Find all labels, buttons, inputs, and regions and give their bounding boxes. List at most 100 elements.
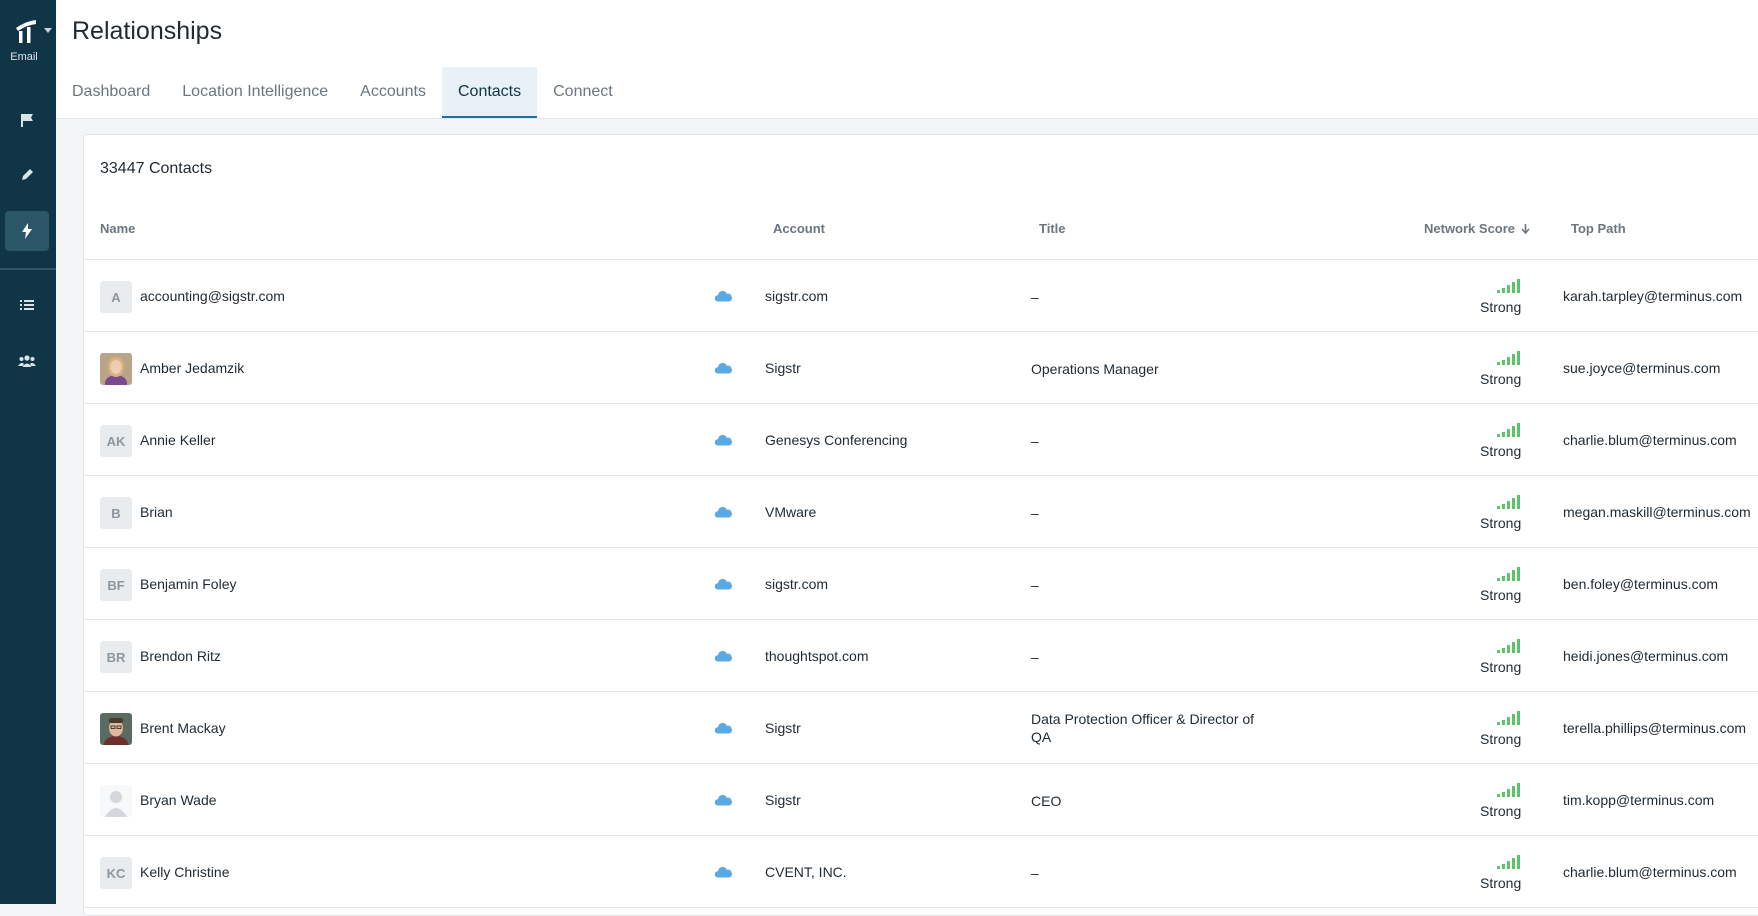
avatar: BR <box>100 641 132 673</box>
cloud-icon[interactable] <box>714 865 733 883</box>
cloud-icon[interactable] <box>714 361 733 379</box>
column-header-title[interactable]: Title <box>1039 221 1066 236</box>
network-score-label: Strong <box>1480 731 1522 747</box>
table-row[interactable]: B Brian VMware – Strong megan.maskill@terminu… <box>84 476 1758 548</box>
top-path[interactable]: tim.kopp@terminus.com <box>1563 792 1714 808</box>
contact-title: – <box>1031 577 1039 593</box>
avatar <box>100 785 132 817</box>
account-name[interactable]: VMware <box>765 504 816 520</box>
cloud-icon[interactable] <box>714 649 733 667</box>
account-name[interactable]: sigstr.com <box>765 576 828 592</box>
flag-icon <box>21 114 33 127</box>
signal-strength-icon <box>1497 351 1520 365</box>
top-path[interactable]: megan.maskill@terminus.com <box>1563 504 1751 520</box>
top-path[interactable]: terella.phillips@terminus.com <box>1563 720 1746 736</box>
cloud-icon[interactable] <box>714 721 733 739</box>
contact-name[interactable]: Brent Mackay <box>140 720 226 736</box>
bolt-icon <box>22 223 32 239</box>
cloud-icon[interactable] <box>714 505 733 523</box>
nav-people[interactable] <box>5 341 49 381</box>
tab-location-intelligence[interactable]: Location Intelligence <box>166 67 344 118</box>
column-header-top-path[interactable]: Top Path <box>1571 221 1626 236</box>
table-row[interactable]: KC Kelly Christine CVENT, INC. – Strong charl… <box>84 836 1758 908</box>
column-header-name[interactable]: Name <box>100 221 135 236</box>
table-row[interactable]: Amber Jedamzik Sigstr Operations Manager St… <box>84 332 1758 404</box>
account-name[interactable]: Sigstr <box>765 360 801 376</box>
people-icon <box>18 355 36 367</box>
contact-name[interactable]: Brian <box>140 504 173 520</box>
network-score: Strong <box>1480 423 1522 459</box>
nav-lists[interactable] <box>5 285 49 325</box>
cloud-icon[interactable] <box>714 577 733 595</box>
tab-accounts[interactable]: Accounts <box>344 67 442 118</box>
table-row[interactable]: AK Annie Keller Genesys Conferencing – Stron… <box>84 404 1758 476</box>
contact-name[interactable]: accounting@sigstr.com <box>140 288 285 304</box>
app-switcher[interactable]: Email <box>0 14 56 66</box>
account-name[interactable]: CVENT, INC. <box>765 864 847 880</box>
account-name[interactable]: Sigstr <box>765 720 801 736</box>
account-name[interactable]: sigstr.com <box>765 288 828 304</box>
contact-title: Data Protection Officer & Director of QA <box>1031 711 1255 745</box>
contact-name[interactable]: Annie Keller <box>140 432 216 448</box>
top-path[interactable]: charlie.blum@terminus.com <box>1563 432 1737 448</box>
signal-strength-icon <box>1497 567 1520 581</box>
tab-bar: Dashboard Location Intelligence Accounts… <box>72 67 629 118</box>
table-row[interactable]: Bryan Wade Sigstr CEO Strong tim.kopp@termin… <box>84 764 1758 836</box>
signal-strength-icon <box>1497 855 1520 869</box>
network-score-label: Strong <box>1480 443 1522 459</box>
signal-strength-icon <box>1497 423 1520 437</box>
nav-relationships[interactable] <box>5 211 49 251</box>
contact-name[interactable]: Amber Jedamzik <box>140 360 244 376</box>
top-path[interactable]: sue.joyce@terminus.com <box>1563 360 1720 376</box>
cloud-icon[interactable] <box>714 433 733 451</box>
contact-title: – <box>1031 505 1039 521</box>
sidebar: Email <box>0 0 56 904</box>
top-path[interactable]: charlie.blum@terminus.com <box>1563 864 1737 880</box>
contact-name[interactable]: Bryan Wade <box>140 792 217 808</box>
column-header-account[interactable]: Account <box>773 221 825 236</box>
tab-connect[interactable]: Connect <box>537 67 629 118</box>
network-score: Strong <box>1480 567 1521 603</box>
nav-campaigns[interactable] <box>5 100 49 140</box>
column-header-network-score[interactable]: Network Score <box>1424 221 1530 236</box>
signal-strength-icon <box>1497 639 1520 653</box>
app-name: Email <box>10 51 38 63</box>
arrow-down-icon <box>1521 224 1530 235</box>
contact-name[interactable]: Benjamin Foley <box>140 576 237 592</box>
network-score: Strong <box>1480 711 1522 747</box>
tab-dashboard[interactable]: Dashboard <box>72 67 166 118</box>
top-path[interactable]: ben.foley@terminus.com <box>1563 576 1718 592</box>
header: Relationships Dashboard Location Intelli… <box>56 0 1758 119</box>
signal-strength-icon <box>1497 279 1520 293</box>
account-name[interactable]: Sigstr <box>765 792 801 808</box>
table-row[interactable]: Brent Mackay Sigstr Data Protection Office… <box>84 692 1758 764</box>
contact-title: – <box>1031 649 1039 665</box>
network-score-label: Strong <box>1480 803 1522 819</box>
account-name[interactable]: Genesys Conferencing <box>765 432 907 448</box>
column-header-network-score-label: Network Score <box>1424 221 1516 236</box>
signal-strength-icon <box>1497 495 1520 509</box>
sidebar-divider <box>0 268 56 270</box>
avatar: B <box>100 497 132 529</box>
signal-strength-icon <box>1497 711 1520 725</box>
table-row[interactable]: BF Benjamin Foley sigstr.com – Strong ben.fol… <box>84 548 1758 620</box>
avatar: A <box>100 281 132 313</box>
account-name[interactable]: thoughtspot.com <box>765 648 869 664</box>
avatar <box>100 353 132 385</box>
cloud-icon[interactable] <box>714 793 733 811</box>
nav-designer[interactable] <box>5 155 49 195</box>
tab-contacts[interactable]: Contacts <box>441 67 538 118</box>
network-score-label: Strong <box>1480 371 1522 387</box>
network-score-label: Strong <box>1480 875 1522 891</box>
table-row[interactable]: BR Brendon Ritz thoughtspot.com – Strong heid… <box>84 620 1758 692</box>
network-score: Strong <box>1480 639 1522 675</box>
network-score-label: Strong <box>1480 659 1522 675</box>
cloud-icon[interactable] <box>714 289 733 307</box>
logo-icon <box>16 20 36 43</box>
top-path[interactable]: heidi.jones@terminus.com <box>1563 648 1728 664</box>
top-path[interactable]: karah.tarpley@terminus.com <box>1563 288 1742 304</box>
table-row[interactable]: Aaccounting@sigstr.com sigstr.com – Strong k… <box>84 260 1758 332</box>
contact-name[interactable]: Brendon Ritz <box>140 648 221 664</box>
contact-title: – <box>1031 433 1039 449</box>
contact-name[interactable]: Kelly Christine <box>140 864 229 880</box>
